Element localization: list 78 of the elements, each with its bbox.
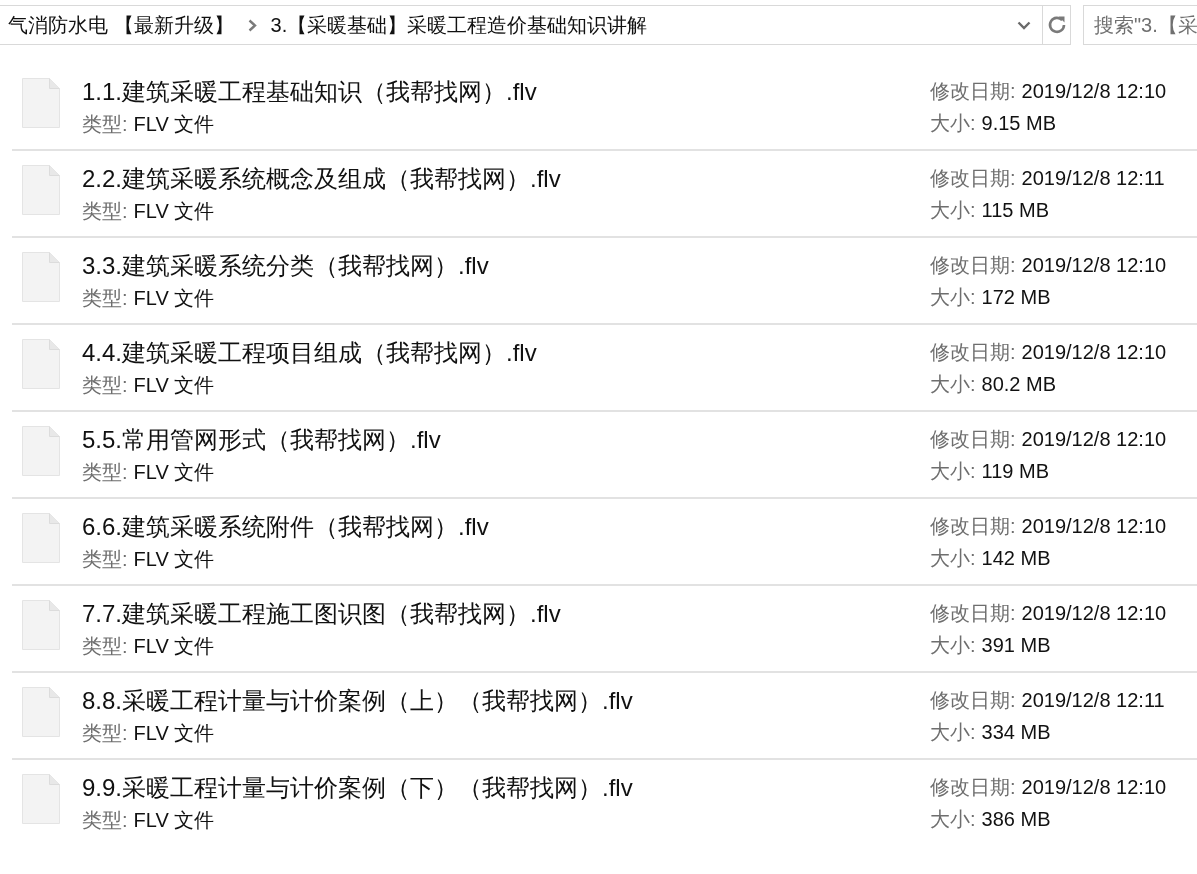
- type-label: 类型:: [82, 460, 128, 485]
- blank-document-icon: [22, 774, 60, 824]
- file-name[interactable]: 1.1.建筑采暖工程基础知识（我帮找网）.flv: [82, 76, 537, 108]
- date-label: 修改日期:: [930, 166, 1016, 191]
- blank-document-icon: [22, 687, 60, 737]
- type-label: 类型:: [82, 199, 128, 224]
- date-label: 修改日期:: [930, 253, 1016, 278]
- blank-document-icon: [22, 339, 60, 389]
- file-name[interactable]: 3.3.建筑采暖系统分类（我帮找网）.flv: [82, 250, 489, 282]
- date-label: 修改日期:: [930, 514, 1016, 539]
- file-type: FLV 文件: [133, 721, 215, 746]
- size-label: 大小:: [930, 807, 976, 832]
- size-label: 大小:: [930, 720, 976, 745]
- type-label: 类型:: [82, 547, 128, 572]
- size-label: 大小:: [930, 633, 976, 658]
- type-label: 类型:: [82, 112, 128, 137]
- file-name[interactable]: 7.7.建筑采暖工程施工图识图（我帮找网）.flv: [82, 598, 561, 630]
- search-field[interactable]: 搜索"3.【采: [1083, 5, 1197, 45]
- modified-date: 2019/12/8 12:11: [1021, 688, 1165, 713]
- blank-document-icon: [22, 513, 60, 563]
- date-label: 修改日期:: [930, 427, 1016, 452]
- size-label: 大小:: [930, 111, 976, 136]
- file-size: 80.2 MB: [981, 372, 1057, 397]
- file-size: 9.15 MB: [981, 111, 1057, 136]
- file-type: FLV 文件: [133, 286, 215, 311]
- blank-document-icon: [22, 252, 60, 302]
- date-label: 修改日期:: [930, 775, 1016, 800]
- file-type: FLV 文件: [133, 199, 215, 224]
- modified-date: 2019/12/8 12:10: [1021, 601, 1167, 626]
- blank-document-icon: [22, 600, 60, 650]
- file-name[interactable]: 8.8.采暖工程计量与计价案例（上）（我帮找网）.flv: [82, 685, 633, 717]
- file-size: 386 MB: [981, 807, 1051, 832]
- file-name[interactable]: 5.5.常用管网形式（我帮找网）.flv: [82, 424, 441, 456]
- file-type: FLV 文件: [133, 373, 215, 398]
- file-type: FLV 文件: [133, 547, 215, 572]
- breadcrumb-item[interactable]: 3.【采暖基础】采暖工程造价基础知识讲解: [270, 11, 648, 39]
- size-label: 大小:: [930, 372, 976, 397]
- type-label: 类型:: [82, 373, 128, 398]
- date-label: 修改日期:: [930, 688, 1016, 713]
- file-size: 115 MB: [981, 198, 1049, 223]
- size-label: 大小:: [930, 546, 976, 571]
- breadcrumb-item[interactable]: 气消防水电 【最新升级】: [8, 11, 234, 39]
- date-label: 修改日期:: [930, 79, 1016, 104]
- blank-document-icon: [22, 165, 60, 215]
- chevron-down-icon: [1017, 20, 1031, 30]
- file-size: 334 MB: [981, 720, 1051, 745]
- file-name[interactable]: 4.4.建筑采暖工程项目组成（我帮找网）.flv: [82, 337, 537, 369]
- file-size: 391 MB: [981, 633, 1051, 658]
- date-label: 修改日期:: [930, 601, 1016, 626]
- refresh-icon: [1046, 15, 1067, 35]
- size-label: 大小:: [930, 459, 976, 484]
- file-name[interactable]: 2.2.建筑采暖系统概念及组成（我帮找网）.flv: [82, 163, 561, 195]
- modified-date: 2019/12/8 12:10: [1021, 253, 1167, 278]
- modified-date: 2019/12/8 12:10: [1021, 427, 1167, 452]
- file-type: FLV 文件: [133, 460, 215, 485]
- type-label: 类型:: [82, 721, 128, 746]
- chevron-right-icon: [247, 18, 257, 32]
- modified-date: 2019/12/8 12:10: [1021, 775, 1167, 800]
- type-label: 类型:: [82, 808, 128, 833]
- file-name[interactable]: 9.9.采暖工程计量与计价案例（下）（我帮找网）.flv: [82, 772, 633, 804]
- type-label: 类型:: [82, 634, 128, 659]
- type-label: 类型:: [82, 286, 128, 311]
- file-size: 172 MB: [981, 285, 1051, 310]
- blank-document-icon: [22, 426, 60, 476]
- modified-date: 2019/12/8 12:10: [1021, 79, 1167, 104]
- file-type: FLV 文件: [133, 634, 215, 659]
- modified-date: 2019/12/8 12:10: [1021, 514, 1167, 539]
- file-type: FLV 文件: [133, 808, 215, 833]
- file-size: 119 MB: [981, 459, 1049, 484]
- file-size: 142 MB: [981, 546, 1051, 571]
- blank-document-icon: [22, 78, 60, 128]
- file-name[interactable]: 6.6.建筑采暖系统附件（我帮找网）.flv: [82, 511, 489, 543]
- modified-date: 2019/12/8 12:11: [1021, 166, 1165, 191]
- size-label: 大小:: [930, 198, 976, 223]
- file-type: FLV 文件: [133, 112, 215, 137]
- date-label: 修改日期:: [930, 340, 1016, 365]
- size-label: 大小:: [930, 285, 976, 310]
- modified-date: 2019/12/8 12:10: [1021, 340, 1167, 365]
